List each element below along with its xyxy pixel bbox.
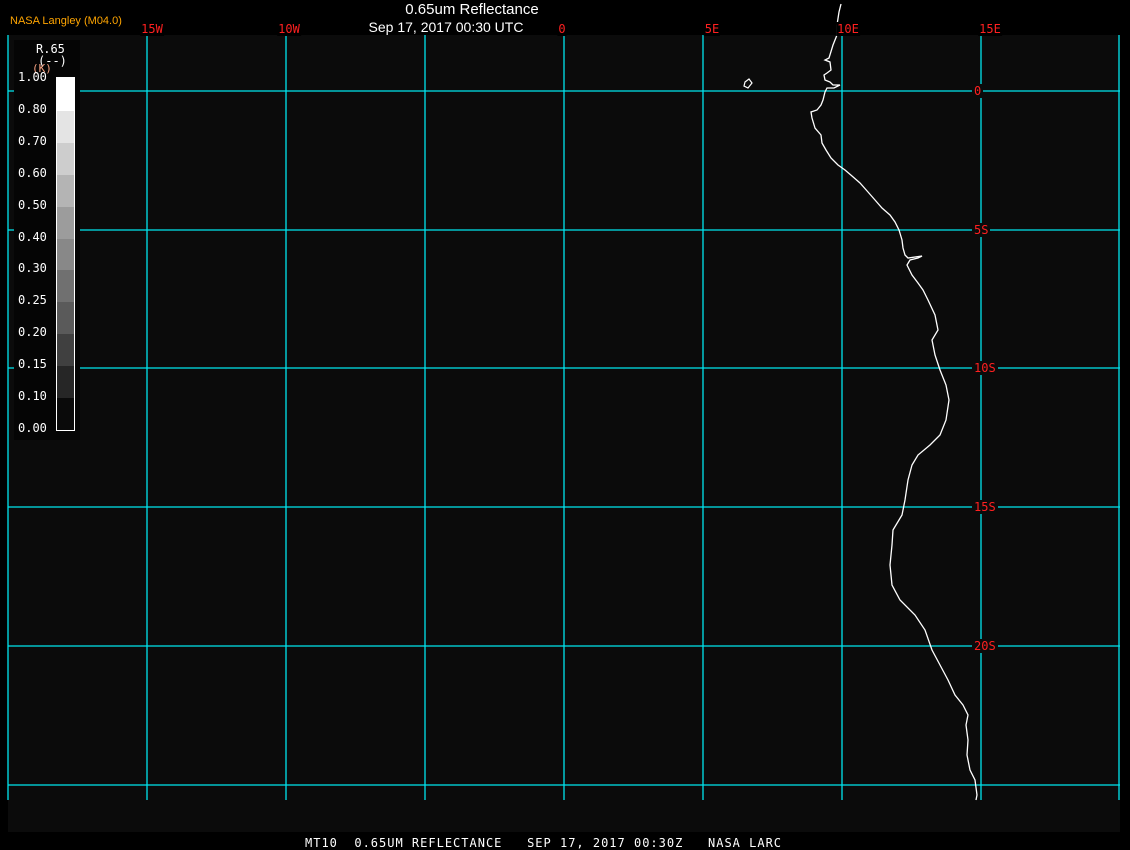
legend-tick-label: 0.20: [18, 325, 47, 340]
longitude-label: 10E: [836, 22, 860, 36]
color-bar-segment: [57, 302, 74, 335]
latitude-label: 0: [972, 84, 984, 98]
legend-tick-label: 0.80: [18, 101, 47, 116]
color-bar-segment: [57, 398, 74, 430]
graticule: [7, 35, 1120, 800]
legend-tick-label: 1.00: [18, 70, 47, 84]
color-bar-segment: [57, 142, 74, 175]
legend-tick-label: 0.15: [18, 357, 47, 372]
credit-label: NASA Langley (M04.0): [10, 15, 122, 27]
color-bar-segment: [57, 78, 74, 95]
latitude-label: 15S: [972, 500, 998, 514]
legend-tick-label: 0.10: [18, 389, 47, 403]
color-bar-segment: [57, 334, 74, 367]
color-bar-segment: [57, 94, 74, 111]
color-bar-segment: [57, 111, 74, 143]
legend-tick-label: 0.25: [18, 293, 47, 308]
latitude-label: 20S: [972, 639, 998, 653]
coastline: [810, 3, 978, 801]
latitude-label: 10S: [972, 361, 998, 375]
longitude-label: 15W: [140, 22, 164, 36]
legend-tick-label: 0.60: [18, 165, 47, 180]
color-bar-segment: [57, 206, 74, 239]
legend-tick-label: 0.00: [18, 420, 47, 435]
color-bar-segment: [57, 366, 74, 399]
color-bar: [56, 77, 75, 431]
latitude-label: 5S: [972, 223, 991, 237]
island: [743, 78, 753, 89]
map-timestamp: Sep 17, 2017 00:30 UTC: [368, 19, 524, 35]
map-title: 0.65um Reflectance: [405, 1, 539, 18]
color-bar-segment: [57, 238, 74, 271]
longitude-label: 15E: [978, 22, 1002, 36]
legend-tick-label: 0.40: [18, 229, 47, 244]
map-overlay: [7, 3, 1120, 801]
color-bar-segment: [57, 270, 74, 303]
legend-tick-label: 0.70: [18, 133, 47, 148]
footer-caption: MT10 0.65UM REFLECTANCE SEP 17, 2017 00:…: [305, 836, 783, 850]
longitude-label: 0: [557, 22, 567, 36]
legend-tick-label: 0.30: [18, 261, 47, 276]
longitude-label: 5E: [703, 22, 721, 36]
legend-tick-label: 0.50: [18, 197, 47, 212]
color-bar-segment: [57, 174, 74, 207]
longitude-label: 10W: [277, 22, 301, 36]
